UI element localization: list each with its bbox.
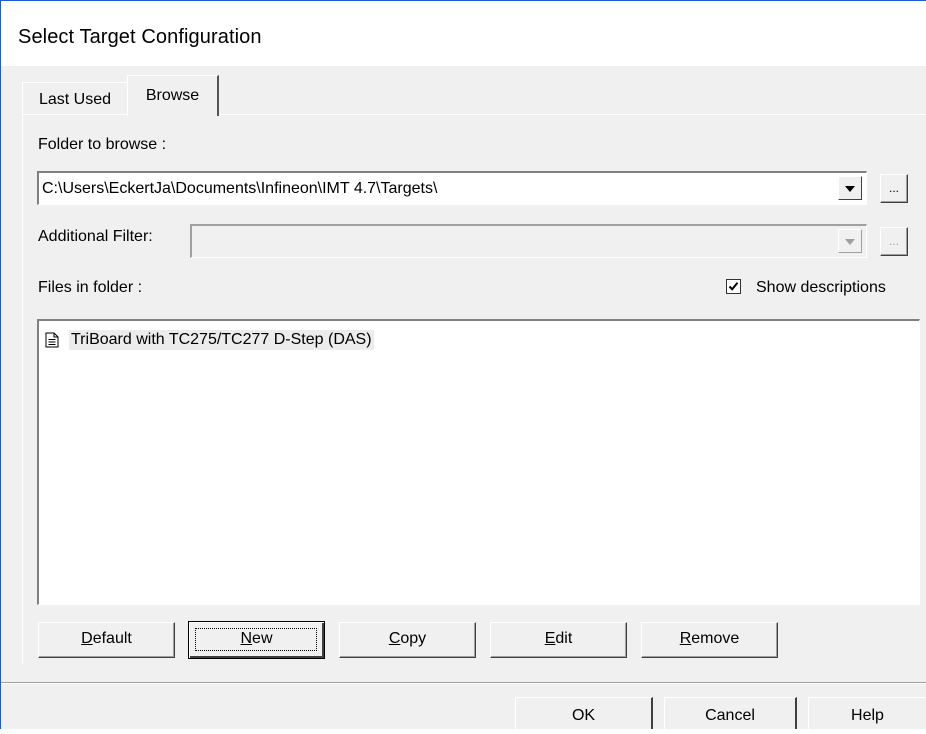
cancel-button[interactable]: Cancel (664, 697, 797, 729)
tab-last-used[interactable]: Last Used (22, 82, 128, 114)
new-button-mnemonic: N (240, 630, 253, 647)
chevron-down-icon (845, 186, 855, 192)
filter-dropdown-button[interactable] (838, 229, 862, 253)
default-button[interactable]: Default (38, 622, 175, 658)
folder-path-value: C:\Users\EckertJa\Documents\Infineon\IMT… (42, 180, 438, 197)
show-descriptions-label: Show descriptions (756, 279, 886, 296)
files-listbox[interactable]: TriBoard with TC275/TC277 D-Step (DAS) (37, 319, 920, 605)
list-item-label: TriBoard with TC275/TC277 D-Step (DAS) (69, 330, 374, 350)
list-item[interactable]: TriBoard with TC275/TC277 D-Step (DAS) (45, 329, 374, 351)
ok-button[interactable]: OK (515, 697, 653, 729)
window-border-top (0, 0, 926, 1)
remove-button-label: emove (691, 630, 740, 647)
copy-button-mnemonic: C (388, 630, 401, 647)
filter-label: Additional Filter: (38, 228, 153, 245)
edit-button-mnemonic: E (544, 630, 556, 647)
window-title: Select Target Configuration (18, 26, 262, 48)
files-label: Files in folder : (38, 279, 143, 296)
check-icon (728, 282, 739, 291)
folder-label: Folder to browse : (38, 136, 167, 153)
remove-button-mnemonic: R (679, 630, 692, 647)
filter-browse-button[interactable]: ... (880, 227, 908, 256)
tab-last-used-label: Last Used (38, 91, 112, 108)
separator-highlight (1, 683, 926, 684)
new-button[interactable]: New (188, 621, 325, 659)
filter-combobox[interactable] (190, 224, 867, 258)
remove-button[interactable]: Remove (641, 622, 778, 658)
default-button-mnemonic: D (81, 630, 93, 647)
document-icon (45, 332, 59, 348)
chevron-down-icon (845, 239, 855, 245)
copy-button[interactable]: Copy (339, 622, 476, 658)
help-button[interactable]: Help (808, 697, 926, 729)
folder-browse-button[interactable]: ... (880, 174, 908, 203)
copy-button-label: opy (400, 630, 427, 647)
show-descriptions-checkbox[interactable] (726, 279, 741, 294)
edit-button[interactable]: Edit (490, 622, 627, 658)
folder-dropdown-button[interactable] (838, 176, 862, 200)
folder-combobox[interactable]: C:\Users\EckertJa\Documents\Infineon\IMT… (37, 171, 867, 205)
new-button-label: ew (252, 630, 273, 647)
edit-button-label: dit (555, 630, 573, 647)
tab-browse-label: Browse (145, 87, 200, 104)
tab-browse[interactable]: Browse (127, 75, 219, 116)
default-button-label: efault (92, 630, 132, 647)
